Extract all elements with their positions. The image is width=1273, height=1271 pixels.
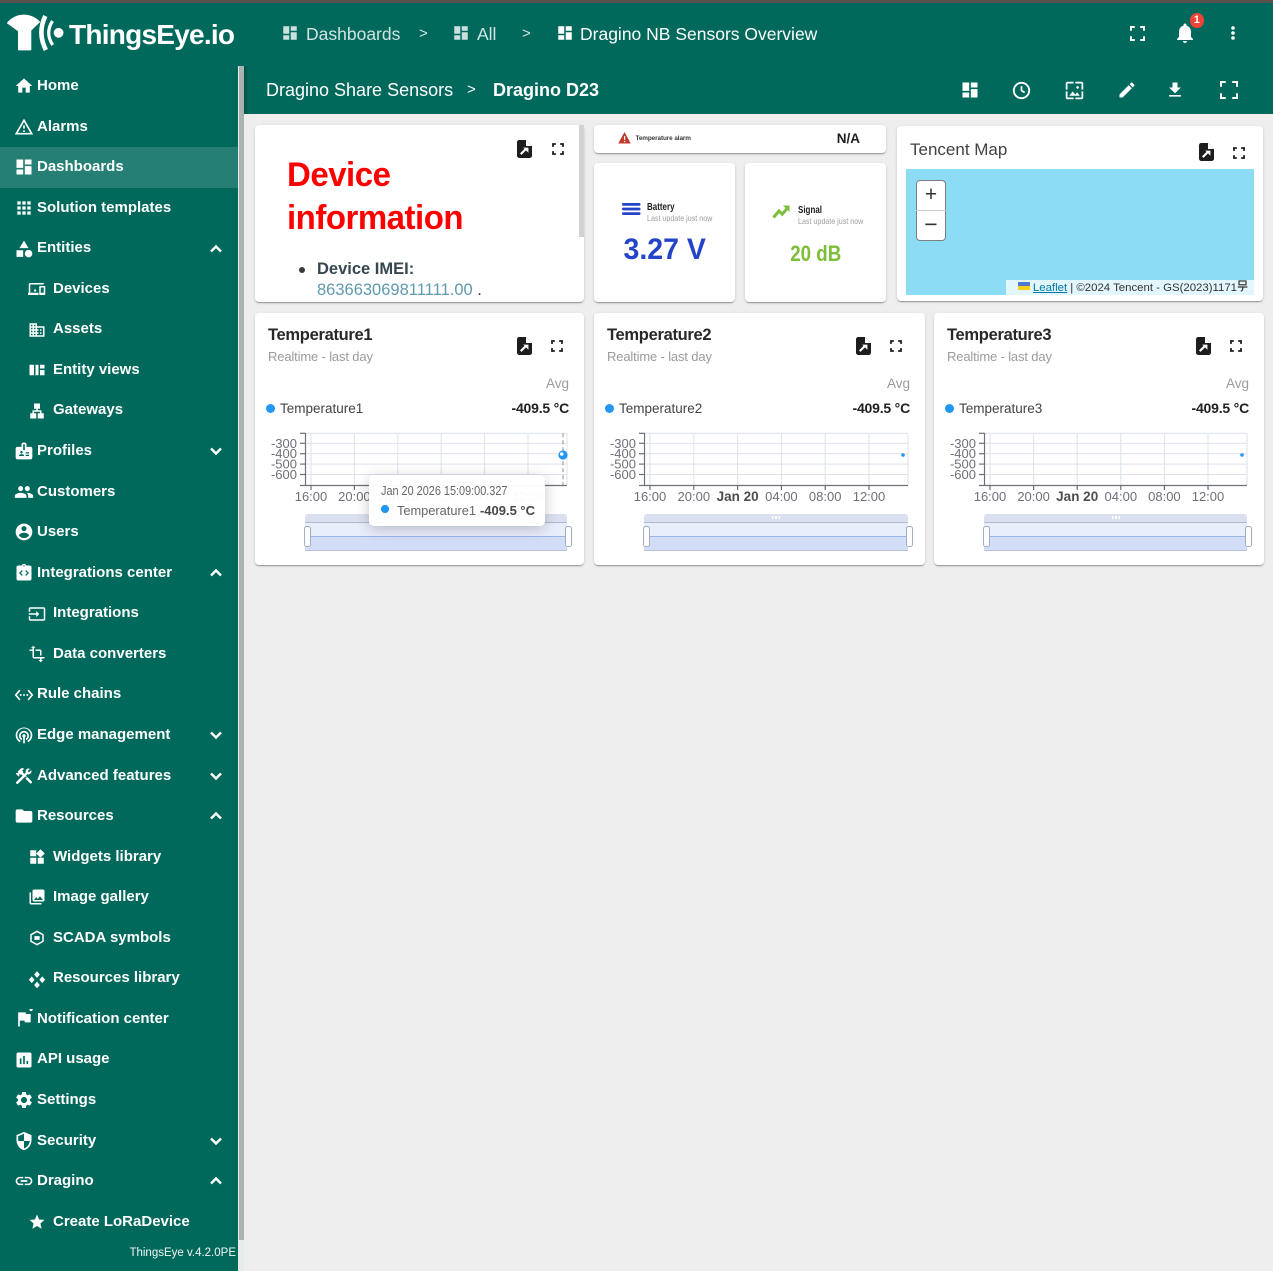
svg-text:12:00: 12:00: [853, 489, 886, 504]
svg-text:-600: -600: [271, 467, 297, 482]
svg-text:08:00: 08:00: [809, 489, 842, 504]
svg-text:16:00: 16:00: [634, 489, 667, 504]
svg-text:Jan 20: Jan 20: [1056, 489, 1098, 504]
svg-text:20:00: 20:00: [678, 489, 711, 504]
svg-text:-600: -600: [950, 467, 976, 482]
svg-text:12:00: 12:00: [1192, 489, 1225, 504]
svg-text:04:00: 04:00: [1105, 489, 1138, 504]
svg-text:08:00: 08:00: [1148, 489, 1181, 504]
svg-text:Jan 20: Jan 20: [717, 489, 759, 504]
svg-text:20:00: 20:00: [338, 489, 371, 504]
svg-text:20:00: 20:00: [1017, 489, 1050, 504]
svg-text:16:00: 16:00: [295, 489, 328, 504]
svg-text:04:00: 04:00: [765, 489, 798, 504]
svg-text:-600: -600: [610, 467, 636, 482]
svg-text:16:00: 16:00: [974, 489, 1007, 504]
